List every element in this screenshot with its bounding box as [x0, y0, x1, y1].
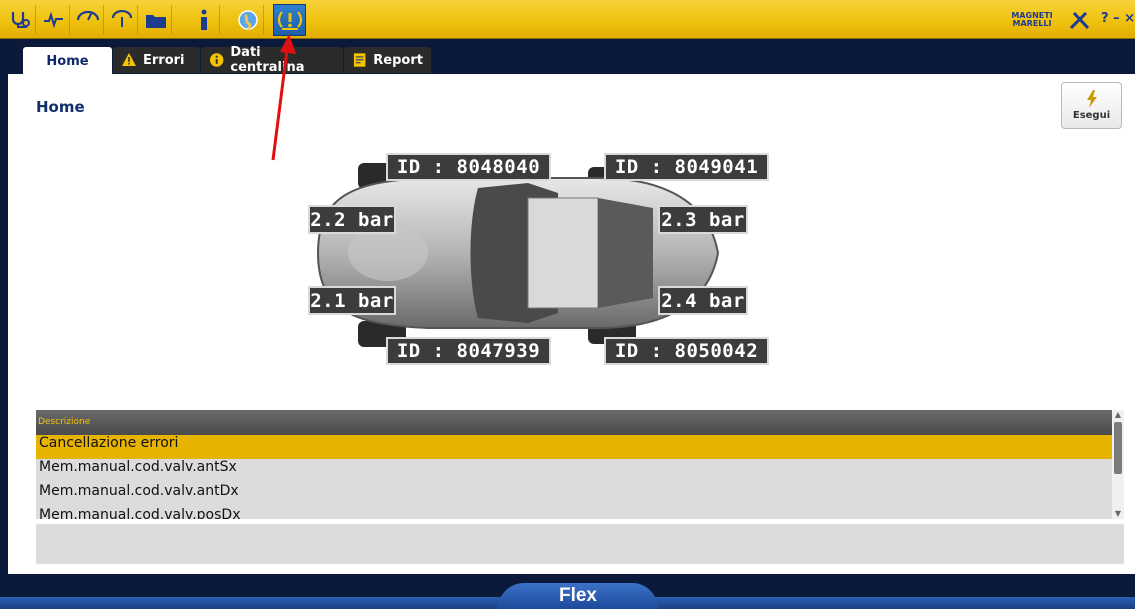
gauge-icon[interactable]	[72, 5, 104, 34]
tab-home-label: Home	[46, 53, 89, 69]
tab-errori-label: Errori	[143, 52, 185, 68]
flex-tab[interactable]: Flex	[498, 583, 658, 609]
folder-icon[interactable]	[140, 5, 172, 34]
flex-label: Flex	[558, 585, 598, 606]
list-scrollbar[interactable]: ▲ ▼	[1112, 410, 1124, 519]
tab-report[interactable]: Report	[344, 47, 431, 73]
info-circle-icon	[209, 53, 224, 67]
scroll-down-icon[interactable]: ▼	[1112, 509, 1124, 519]
main-toolbar: MAGNETI MARELLI ? – ×	[0, 0, 1135, 39]
globe-icon[interactable]	[232, 5, 264, 34]
function-list: Descrizione Cancellazione errori Mem.man…	[36, 410, 1124, 519]
tools-icon[interactable]	[1064, 5, 1095, 34]
tpms-car-diagram: ID : 8048040 ID : 8049041 2.2 bar 2.3 ba…	[298, 153, 769, 365]
info-icon[interactable]	[188, 5, 220, 34]
lightning-icon	[1086, 90, 1097, 108]
list-item[interactable]: Mem.manual.cod.valv.antSx	[36, 459, 1124, 483]
tab-report-label: Report	[373, 52, 423, 68]
list-header: Descrizione	[36, 410, 1124, 435]
pressure-rear-left: 2.1 bar	[308, 286, 396, 315]
message-box	[36, 524, 1124, 564]
main-panel: Home Esegui ID : 8048040 ID : 8049041 2.…	[8, 74, 1135, 574]
sensor-id-rear-left: ID : 8047939	[386, 337, 551, 365]
page-title: Home	[36, 98, 85, 116]
report-icon	[353, 53, 366, 67]
list-item[interactable]: Mem.manual.cod.valv.antDx	[36, 483, 1124, 507]
sensor-id-rear-right: ID : 8050042	[604, 337, 769, 365]
tab-dati-centralina-label: Dati centralina	[230, 45, 305, 75]
settings-gauge-icon[interactable]	[106, 5, 138, 34]
tpms-warning-icon[interactable]	[273, 4, 306, 36]
stethoscope-icon[interactable]	[4, 5, 36, 34]
tab-errori[interactable]: Errori	[113, 47, 200, 73]
sensor-id-front-right: ID : 8049041	[604, 153, 769, 181]
pressure-front-right: 2.3 bar	[658, 205, 748, 234]
tab-home[interactable]: Home	[23, 47, 112, 75]
heartbeat-icon[interactable]	[38, 5, 70, 34]
scroll-up-icon[interactable]: ▲	[1112, 410, 1124, 420]
magneti-marelli-logo: MAGNETI MARELLI	[1011, 11, 1053, 28]
car-image	[316, 163, 720, 347]
scroll-thumb[interactable]	[1114, 422, 1122, 474]
list-item[interactable]: Cancellazione errori	[36, 435, 1124, 459]
execute-label: Esegui	[1072, 110, 1111, 121]
sensor-id-front-left: ID : 8048040	[386, 153, 551, 181]
list-item[interactable]: Mem.manual.cod.valv.posDx	[36, 507, 1124, 519]
tab-dati-centralina[interactable]: Dati centralina	[201, 45, 343, 75]
window-controls[interactable]: ? – ×	[1101, 11, 1135, 26]
pressure-rear-right: 2.4 bar	[658, 286, 748, 315]
pressure-front-left: 2.2 bar	[308, 205, 396, 234]
execute-button[interactable]: Esegui	[1061, 82, 1122, 129]
warning-icon	[122, 53, 136, 66]
